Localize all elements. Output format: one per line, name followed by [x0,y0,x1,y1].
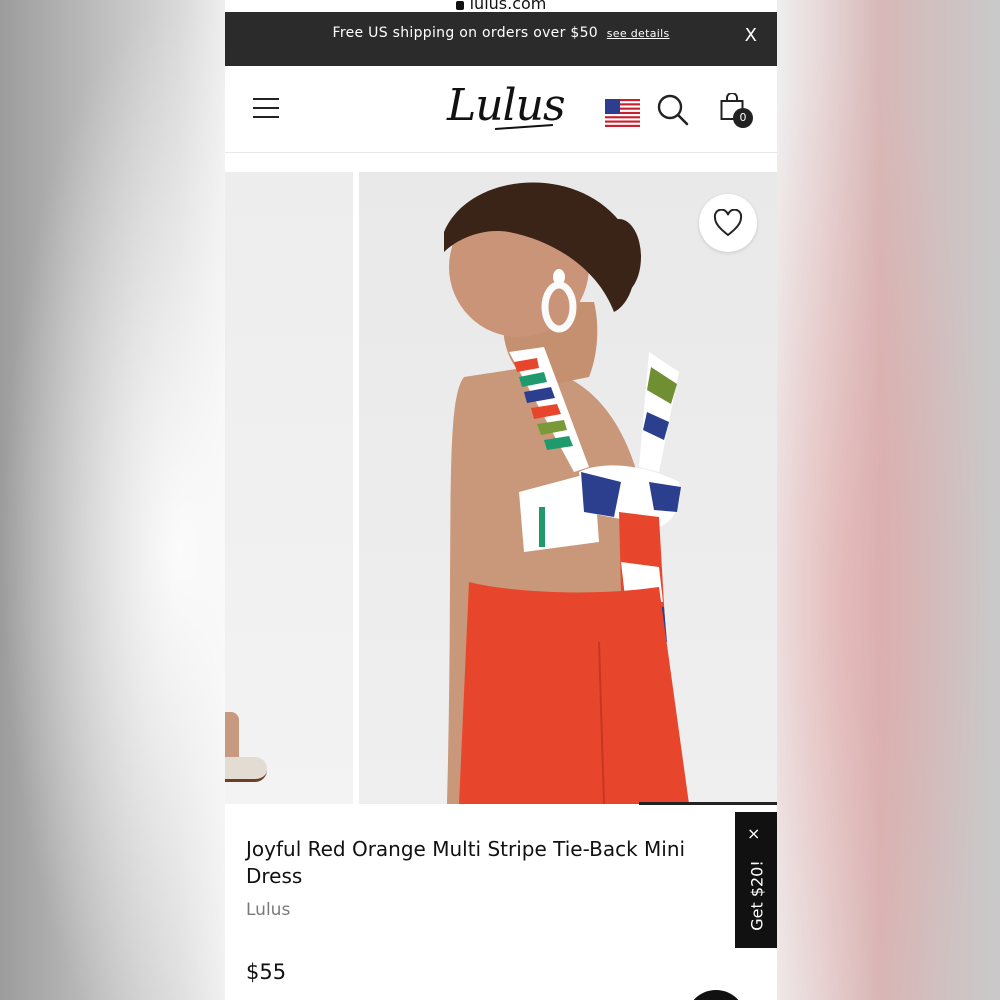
model-photo [444,182,689,804]
previous-product-image[interactable] [225,172,353,804]
phone-screen: lulus.com Free US shipping on orders ove… [225,0,777,1000]
promo-message: Free US shipping on orders over $50 [332,25,599,41]
product-brand[interactable]: Lulus [246,900,290,920]
promo-tab-label: Get $20! [747,860,767,931]
product-price: $55 [246,960,287,984]
product-info: Joyful Red Orange Multi Stripe Tie-Back … [225,805,777,1000]
main-product-image[interactable] [359,172,777,804]
search-icon[interactable] [657,94,689,126]
promo-text-line: Free US shipping on orders over $50 see … [225,25,777,41]
product-title: Joyful Red Orange Multi Stripe Tie-Back … [246,837,686,888]
us-flag-icon[interactable] [605,99,640,127]
cart-count-badge: 0 [733,108,753,128]
site-header: Lulus 0 [225,66,777,153]
heart-icon [713,209,743,237]
product-image-gallery[interactable] [225,172,777,804]
promo-banner: Free US shipping on orders over $50 see … [225,12,777,66]
browser-url-bar[interactable]: lulus.com [225,0,777,13]
wishlist-button[interactable] [699,194,757,252]
promo-tab-close-icon[interactable]: × [747,824,760,843]
background-left [0,0,225,1000]
see-details-link[interactable]: see details [607,27,670,40]
get-discount-tab[interactable]: × Get $20! [735,812,777,948]
lock-icon [455,1,464,10]
menu-icon[interactable] [253,97,279,119]
promo-close-button[interactable]: X [745,25,757,46]
background-right [777,0,1000,1000]
sandal-image [225,757,267,782]
